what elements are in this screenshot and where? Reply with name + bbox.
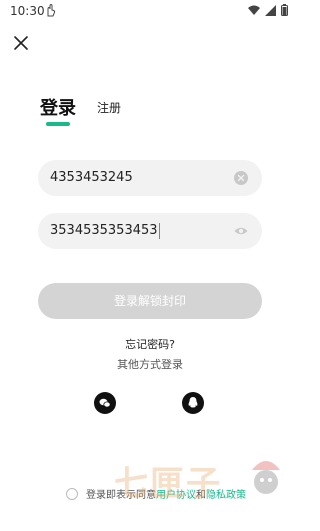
mascot-icon [252, 461, 280, 494]
wechat-login-button[interactable] [94, 392, 116, 414]
watermark: 七匣子 [114, 448, 294, 518]
wechat-icon [99, 398, 111, 408]
close-icon[interactable] [10, 32, 32, 54]
forgot-password-link[interactable]: 忘记密码? [0, 336, 300, 352]
phone-field[interactable]: 4353453245 [38, 160, 262, 196]
tab-login-indicator [46, 122, 70, 126]
password-input[interactable]: 3534535353453 [50, 213, 161, 249]
battery-icon [281, 4, 288, 16]
status-bar: 10:30 [0, 0, 300, 22]
phone-input[interactable]: 4353453245 [50, 160, 133, 196]
password-field[interactable]: 3534535353453 [38, 213, 262, 249]
signal-icon [265, 4, 276, 16]
other-login-label: 其他方式登录 [117, 358, 183, 371]
tab-login[interactable]: 登录 [40, 94, 76, 120]
login-button[interactable]: 登录解锁封印 [38, 283, 262, 319]
eye-icon[interactable] [234, 224, 248, 238]
agreement-checkbox[interactable] [66, 487, 78, 500]
clear-icon[interactable] [234, 171, 248, 185]
text-caret [158, 222, 161, 239]
qq-icon [188, 397, 198, 408]
wifi-icon [248, 5, 260, 15]
status-time: 10:30 [10, 4, 45, 18]
tab-register[interactable]: 注册 [97, 99, 121, 116]
qq-login-button[interactable] [182, 392, 204, 414]
status-icons [248, 4, 288, 16]
password-text: 3534535353453 [50, 223, 158, 238]
watermark-text: 七匣子 [114, 464, 222, 504]
hand-gesture-icon [47, 3, 56, 17]
